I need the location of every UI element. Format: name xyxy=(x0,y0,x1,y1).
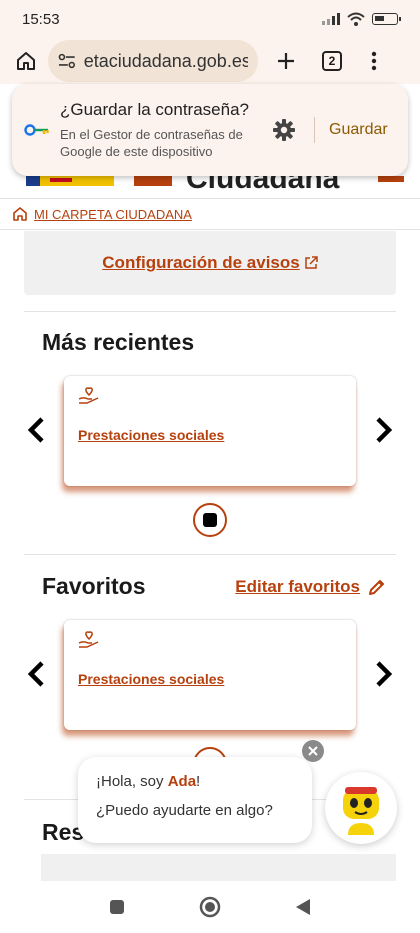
chevron-right-icon xyxy=(376,417,393,443)
divider xyxy=(24,554,396,555)
site-settings-icon xyxy=(58,53,75,69)
stop-icon xyxy=(203,513,217,527)
more-vert-icon xyxy=(371,51,377,71)
new-tab-button[interactable] xyxy=(268,43,304,79)
address-bar[interactable]: etaciudadana.gob.es xyxy=(48,40,258,82)
favorites-section-title: Favoritos xyxy=(42,573,146,599)
assistant-name: Ada xyxy=(167,773,197,790)
notices-config-link[interactable]: Configuración de avisos xyxy=(102,253,299,273)
save-password-popup: ¿Guardar la contraseña? En el Gestor de … xyxy=(12,84,408,176)
robot-avatar-icon xyxy=(343,787,379,835)
key-icon xyxy=(24,124,49,136)
save-password-text: ¿Guardar la contraseña? En el Gestor de … xyxy=(60,100,260,160)
battery-icon xyxy=(372,13,401,25)
favorites-next-button[interactable] xyxy=(372,659,396,689)
recent-next-button[interactable] xyxy=(372,415,396,445)
system-nav-bar xyxy=(0,881,420,933)
signal-icon xyxy=(322,13,340,25)
status-icons xyxy=(322,12,401,26)
recent-section-title: Más recientes xyxy=(42,329,195,355)
status-time: 15:53 xyxy=(22,10,60,28)
heart-hand-icon xyxy=(78,387,99,404)
pencil-icon xyxy=(369,580,384,595)
save-password-subtitle: En el Gestor de contraseñas de Google de… xyxy=(60,127,243,159)
chat-question: ¿Puedo ayudarte en algo? xyxy=(96,802,273,819)
site-name: Ciudadana xyxy=(186,176,340,195)
edit-favorites-button[interactable]: Editar favoritos xyxy=(235,577,386,597)
save-password-button[interactable]: Guardar xyxy=(329,121,388,139)
breadcrumb: MI CARPETA CIUDADANA xyxy=(0,198,420,230)
breadcrumb-link-mi-carpeta[interactable]: MI CARPETA CIUDADANA xyxy=(34,207,192,222)
chevron-left-icon xyxy=(27,661,44,687)
popup-divider xyxy=(314,117,315,143)
chat-greeting: ¡Hola, soy Ada! xyxy=(96,773,294,790)
recent-carousel-pause-button[interactable] xyxy=(193,503,227,537)
chevron-left-icon xyxy=(27,417,44,443)
chat-close-button[interactable] xyxy=(302,740,324,762)
favorites-card[interactable]: Prestaciones sociales xyxy=(64,620,356,730)
home-button[interactable] xyxy=(8,43,44,79)
notices-box: Configuración de avisos xyxy=(24,231,396,295)
next-section-box xyxy=(41,854,396,881)
menu-button[interactable] xyxy=(356,43,392,79)
home-icon xyxy=(17,52,35,70)
password-settings-button[interactable] xyxy=(268,119,300,141)
browser-toolbar: etaciudadana.gob.es 2 xyxy=(0,38,420,84)
external-link-icon xyxy=(304,256,318,269)
home-outline-icon xyxy=(13,207,27,221)
save-password-title: ¿Guardar la contraseña? xyxy=(60,100,249,119)
chat-greeting-suffix: ! xyxy=(196,773,201,790)
ada-assistant-button[interactable] xyxy=(325,772,397,844)
edit-favorites-label: Editar favoritos xyxy=(235,577,360,596)
plus-icon xyxy=(278,53,294,69)
chat-greeting-prefix: ¡Hola, soy xyxy=(96,773,168,790)
url-text: etaciudadana.gob.es xyxy=(83,50,248,71)
favorites-card-link[interactable]: Prestaciones sociales xyxy=(78,671,342,687)
gear-icon xyxy=(273,119,295,141)
chevron-right-icon xyxy=(376,661,393,687)
recent-prev-button[interactable] xyxy=(24,415,48,445)
recent-card[interactable]: Prestaciones sociales xyxy=(64,376,356,486)
recent-card-link[interactable]: Prestaciones sociales xyxy=(78,427,342,443)
tab-count: 2 xyxy=(322,51,342,71)
divider xyxy=(24,311,396,312)
chat-bubble[interactable]: ¡Hola, soy Ada! ¿Puedo ayudarte en algo? xyxy=(78,757,312,843)
heart-hand-icon xyxy=(78,631,99,648)
close-icon xyxy=(308,746,318,756)
recents-button[interactable] xyxy=(109,899,125,915)
back-button[interactable] xyxy=(295,898,311,916)
status-bar: 15:53 xyxy=(0,0,420,38)
favorites-prev-button[interactable] xyxy=(24,659,48,689)
tab-switcher-button[interactable]: 2 xyxy=(314,43,350,79)
wifi-icon xyxy=(347,12,365,26)
home-nav-button[interactable] xyxy=(199,896,221,918)
site-header: Ciudadana xyxy=(0,176,420,198)
